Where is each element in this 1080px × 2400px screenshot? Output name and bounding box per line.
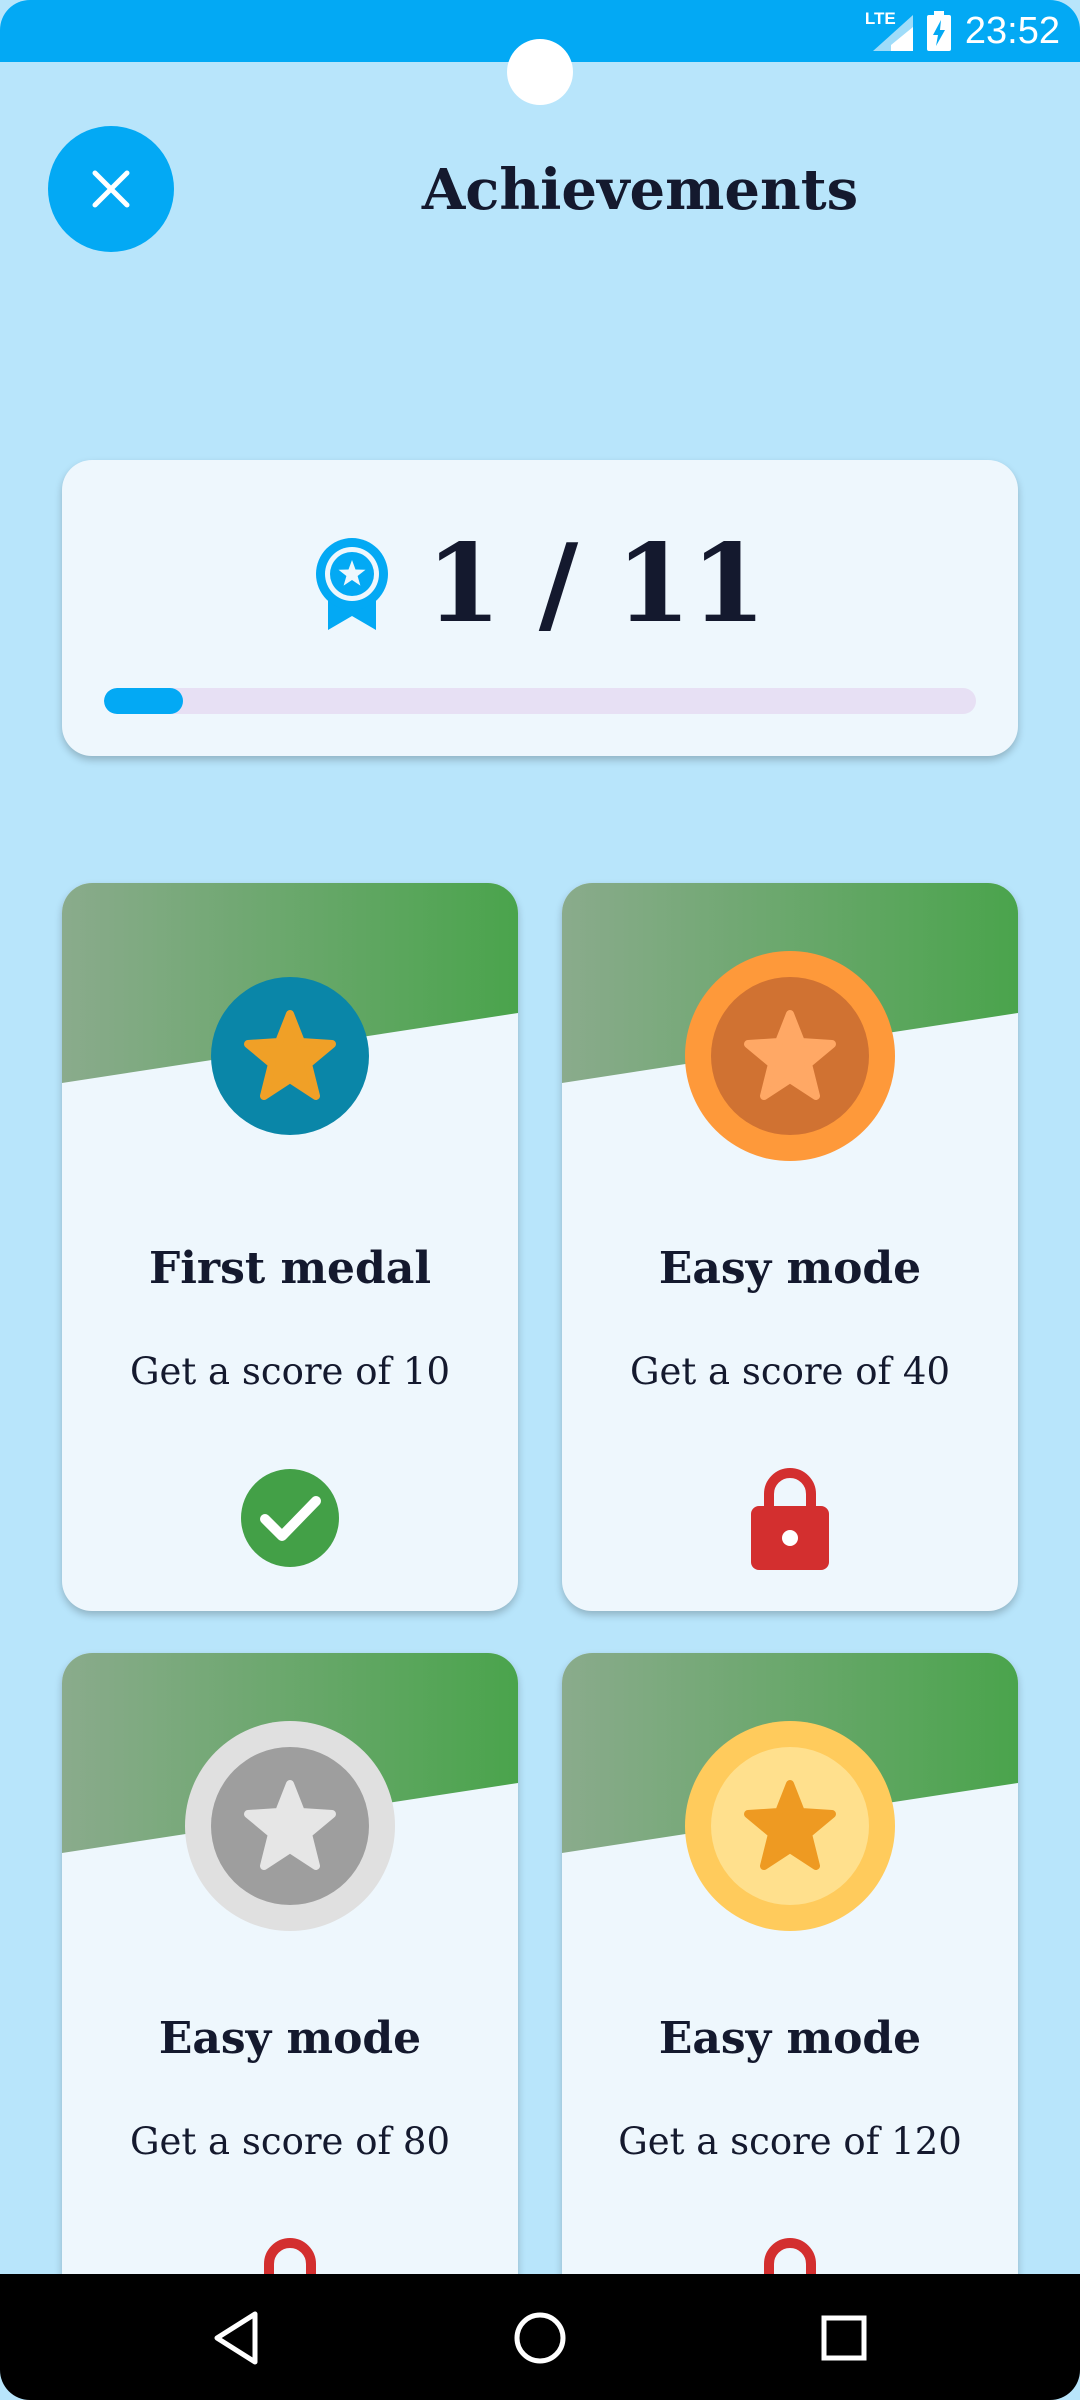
star-medal-icon (685, 951, 895, 1161)
progress-bar-fill (104, 688, 184, 714)
home-circle-icon (514, 2312, 566, 2364)
system-navigation-bar (0, 2274, 1080, 2400)
achievement-description: Get a score of 10 (129, 1350, 451, 1393)
achievement-title: Easy mode (158, 2013, 422, 2064)
star-medal-icon (685, 1721, 895, 1931)
close-button[interactable] (48, 126, 174, 252)
star-medal-icon (211, 977, 369, 1135)
status-time: 23:52 (964, 9, 1060, 52)
lock-icon (740, 1463, 840, 1573)
achievement-description: Get a score of 80 (129, 2120, 451, 2163)
achievements-progress-card: 1 / 11 (62, 460, 1018, 756)
lte-signal-icon: LTE (865, 9, 913, 53)
achievement-card[interactable]: Easy mode Get a score of 80 (62, 1653, 518, 2381)
status-icons: LTE 23:52 (865, 6, 1060, 56)
back-button[interactable] (196, 2298, 276, 2378)
achievement-title: Easy mode (658, 1243, 922, 1294)
check-circle-icon (240, 1463, 340, 1573)
recents-square-icon (821, 2315, 867, 2361)
achievement-description: Get a score of 120 (618, 2120, 962, 2163)
camera-cutout (507, 39, 573, 105)
achievement-card[interactable]: Easy mode Get a score of 120 (562, 1653, 1018, 2381)
back-triangle-icon (214, 2311, 258, 2365)
progress-summary: 1 / 11 (62, 524, 1018, 644)
page-title: Achievements (421, 157, 859, 223)
star-medal-icon (185, 1721, 395, 1931)
progress-count: 1 / 11 (425, 521, 767, 647)
recents-button[interactable] (804, 2298, 884, 2378)
achievement-title: First medal (148, 1243, 432, 1294)
achievement-card[interactable]: First medal Get a score of 10 (62, 883, 518, 1611)
battery-charging-icon (926, 11, 951, 51)
achievement-description: Get a score of 40 (629, 1350, 951, 1393)
progress-bar (104, 688, 976, 714)
award-ribbon-icon (315, 538, 388, 630)
close-icon (92, 170, 130, 208)
achievement-card[interactable]: Easy mode Get a score of 40 (562, 883, 1018, 1611)
home-button[interactable] (500, 2298, 580, 2378)
achievement-title: Easy mode (658, 2013, 922, 2064)
